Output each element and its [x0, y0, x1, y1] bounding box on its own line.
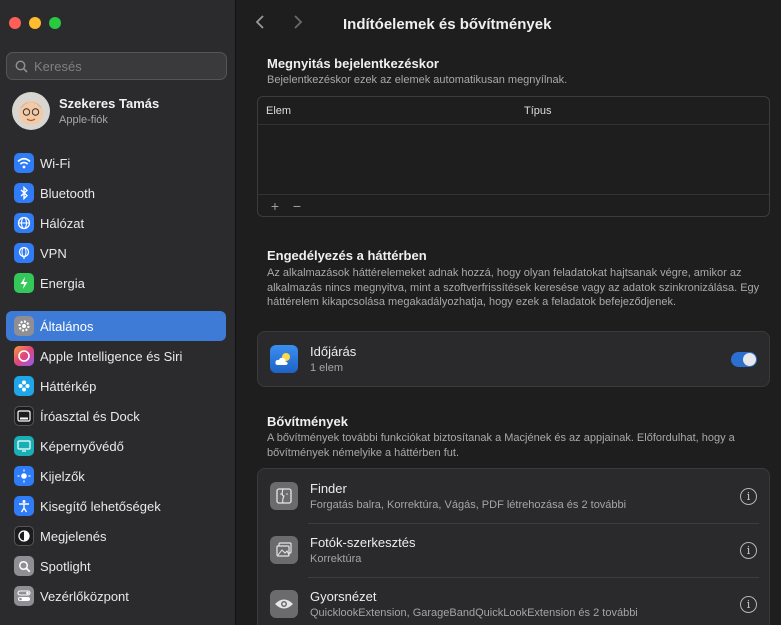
sidebar-item-label: Vezérlőközpont — [40, 588, 129, 604]
sidebar-item-label: Apple Intelligence és Siri — [40, 348, 183, 364]
sidebar-item-network[interactable]: Hálózat — [6, 208, 226, 238]
sidebar-item-label: Hálózat — [40, 215, 85, 231]
battery-bolt-icon — [14, 273, 34, 293]
extension-name: Gyorsnézet — [310, 589, 377, 604]
sidebar-item-spotlight[interactable]: Spotlight — [6, 551, 226, 581]
account-subtitle: Apple-fiók — [59, 114, 108, 126]
sidebar-item-appearance[interactable]: Megjelenés — [6, 521, 226, 551]
sidebar: Szekeres Tamás Apple-fiók Wi-Fi Bluetoot… — [0, 0, 236, 625]
apple-account[interactable]: Szekeres Tamás Apple-fiók — [12, 92, 159, 130]
flower-icon — [14, 376, 34, 396]
forward-chevron-icon[interactable] — [293, 14, 331, 35]
sidebar-item-label: Spotlight — [40, 558, 91, 574]
avatar — [12, 92, 50, 130]
wifi-icon — [14, 153, 34, 173]
background-title: Engedélyezés a háttérben — [267, 248, 427, 263]
sidebar-item-label: Képernyővédő — [40, 438, 124, 454]
login-items-table[interactable]: Elem Típus + − — [257, 96, 770, 217]
background-item-weather[interactable]: Időjárás 1 elem — [258, 332, 769, 386]
vpn-globe-icon — [14, 243, 34, 263]
sidebar-item-label: Wi-Fi — [40, 155, 71, 171]
sidebar-item-screensaver[interactable]: Képernyővédő — [6, 431, 226, 461]
extensions-desc: A bővítmények további funkciókat biztosí… — [267, 432, 735, 459]
zoom-window-button[interactable] — [49, 17, 61, 29]
column-header-type[interactable]: Típus — [524, 105, 552, 117]
accessibility-icon — [14, 496, 34, 516]
extensions-title: Bővítmények — [267, 414, 348, 429]
screensaver-icon — [14, 436, 34, 456]
back-chevron-icon[interactable] — [255, 14, 293, 35]
sidebar-item-displays[interactable]: Kijelzők — [6, 461, 226, 491]
control-center-icon — [14, 586, 34, 606]
search-field[interactable] — [6, 52, 227, 80]
extension-detail: QuicklookExtension, GarageBandQuickLookE… — [310, 607, 638, 619]
sidebar-network-group: Wi-Fi Bluetooth Hálózat VPN Energia — [6, 148, 226, 298]
photos-edit-icon — [270, 536, 298, 564]
info-icon[interactable]: i — [740, 487, 757, 505]
sidebar-item-label: Kijelzők — [40, 468, 85, 484]
sun-icon — [14, 466, 34, 486]
dock-icon — [14, 406, 34, 426]
gear-icon — [14, 316, 34, 336]
sidebar-item-label: Íróasztal és Dock — [40, 408, 140, 424]
add-button[interactable]: + — [264, 198, 286, 214]
globe-icon — [14, 213, 34, 233]
sidebar-item-siri[interactable]: Apple Intelligence és Siri — [6, 341, 226, 371]
sidebar-system-group: Általános Apple Intelligence és Siri Hát… — [6, 311, 226, 611]
sidebar-item-label: Megjelenés — [40, 528, 107, 544]
background-desc: Az alkalmazások háttérelemeket adnak hoz… — [267, 267, 760, 308]
login-items-title: Megnyitás bejelentkezéskor — [267, 56, 439, 71]
remove-button[interactable]: − — [286, 198, 308, 214]
sidebar-item-label: Bluetooth — [40, 185, 95, 201]
extensions-card: Finder Forgatás balra, Korrektúra, Vágás… — [257, 468, 770, 625]
toolbar: Indítóelemek és bővítmények — [237, 0, 781, 48]
sidebar-item-accessibility[interactable]: Kisegítő lehetőségek — [6, 491, 226, 521]
minimize-window-button[interactable] — [29, 17, 41, 29]
sidebar-item-label: VPN — [40, 245, 67, 261]
weather-toggle[interactable] — [731, 351, 757, 367]
bluetooth-icon — [14, 183, 34, 203]
sidebar-item-wifi[interactable]: Wi-Fi — [6, 148, 226, 178]
extension-name: Fotók-szerkesztés — [310, 535, 416, 550]
eye-icon — [270, 590, 298, 618]
sidebar-item-energy[interactable]: Energia — [6, 268, 226, 298]
main-pane: Indítóelemek és bővítmények Megnyitás be… — [237, 0, 781, 625]
extension-row-photos-edit[interactable]: Fotók-szerkesztés Korrektúra i — [258, 523, 769, 577]
sidebar-item-bluetooth[interactable]: Bluetooth — [6, 178, 226, 208]
table-header: Elem Típus — [258, 97, 769, 125]
account-name: Szekeres Tamás — [59, 96, 160, 111]
window-controls — [9, 17, 61, 29]
sidebar-item-vpn[interactable]: VPN — [6, 238, 226, 268]
extension-detail: Korrektúra — [310, 553, 362, 565]
sidebar-item-label: Energia — [40, 275, 85, 291]
background-item-name: Időjárás — [310, 344, 357, 359]
column-header-item[interactable]: Elem — [258, 105, 524, 117]
extension-detail: Forgatás balra, Korrektúra, Vágás, PDF l… — [310, 499, 627, 511]
info-icon[interactable]: i — [740, 541, 757, 559]
sidebar-item-control-center[interactable]: Vezérlőközpont — [6, 581, 226, 611]
sidebar-item-desktop-dock[interactable]: Íróasztal és Dock — [6, 401, 226, 431]
appearance-icon — [14, 526, 34, 546]
weather-icon — [270, 345, 298, 373]
sidebar-item-wallpaper[interactable]: Háttérkép — [6, 371, 226, 401]
finder-icon — [270, 482, 298, 510]
sidebar-item-label: Általános — [40, 318, 94, 334]
login-items-desc: Bejelentkezéskor ezek az elemek automati… — [267, 74, 568, 86]
info-icon[interactable]: i — [740, 595, 757, 613]
background-items-card: Időjárás 1 elem — [257, 331, 770, 387]
extension-row-quicklook[interactable]: Gyorsnézet QuicklookExtension, GarageBan… — [258, 577, 769, 625]
close-window-button[interactable] — [9, 17, 21, 29]
sidebar-item-label: Kisegítő lehetőségek — [40, 498, 161, 514]
page-title: Indítóelemek és bővítmények — [343, 15, 552, 33]
sidebar-item-label: Háttérkép — [40, 378, 97, 394]
search-input[interactable] — [34, 58, 214, 74]
extension-name: Finder — [310, 481, 347, 496]
extension-row-finder[interactable]: Finder Forgatás balra, Korrektúra, Vágás… — [258, 469, 769, 523]
magnifier-icon — [14, 556, 34, 576]
background-item-count: 1 elem — [310, 362, 344, 374]
siri-icon — [14, 346, 34, 366]
search-icon — [15, 60, 28, 73]
sidebar-item-general[interactable]: Általános — [6, 311, 226, 341]
table-footer: + − — [258, 194, 769, 216]
